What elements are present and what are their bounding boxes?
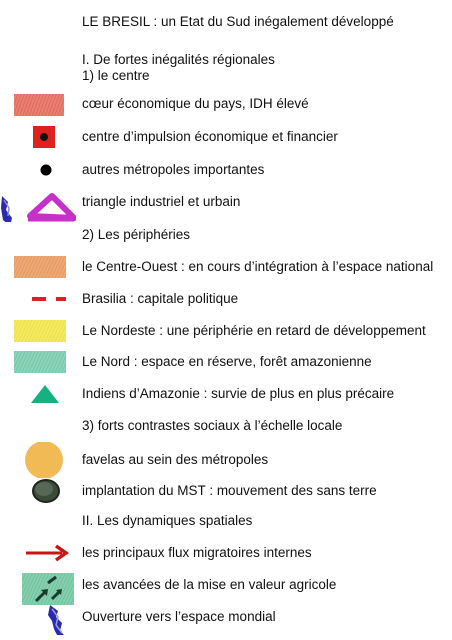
legend-row: favelas au sein des métropoles (0, 442, 452, 478)
legend-row: 3) forts contrastes sociaux à l’échelle … (0, 412, 452, 440)
yellow-hatched-area-symbol (14, 320, 66, 342)
legend-row: Brasilia : capitale politique (0, 285, 452, 313)
legend-row: les principaux flux migratoires internes (0, 539, 452, 567)
legend-row: triangle industriel et urbain (0, 188, 452, 222)
section-heading-dynamiques: II. Les dynamiques spatiales (82, 513, 253, 528)
legend-label: centre d’impulsion économique et financi… (82, 129, 338, 144)
legend-title: LE BRESIL : un Etat du Sud inégalement d… (82, 14, 394, 29)
magenta-triangle-symbol (1, 193, 76, 222)
legend-row: implantation du MST : mouvement des sans… (0, 477, 452, 505)
dark-green-blob-symbol (32, 479, 60, 503)
subheading-row: 1) le centre (0, 62, 452, 90)
legend-label: implantation du MST : mouvement des sans… (82, 483, 377, 498)
subheading-contrastes: 3) forts contrastes sociaux à l’échelle … (82, 418, 343, 433)
legend-label: autres métropoles importantes (82, 162, 265, 177)
legend-row: Indiens d’Amazonie : survie de plus en p… (0, 380, 452, 408)
legend-row: Ouverture vers l’espace mondial (0, 603, 452, 635)
legend-row: II. Les dynamiques spatiales (0, 507, 452, 535)
legend-label: les avancées de la mise en valeur agrico… (82, 577, 337, 592)
legend-row: Le Nord : espace en réserve, forêt amazo… (0, 348, 452, 376)
green-hatched-area-symbol (14, 351, 66, 373)
red-dashed-line-symbol (32, 297, 66, 301)
orange-circle-symbol (25, 442, 63, 478)
legend-row: cœur économique du pays, IDH élevé (0, 90, 452, 118)
subheading-peripheries: 2) Les périphéries (82, 227, 191, 242)
black-dot-symbol (40, 164, 52, 176)
legend-row: Le Nordeste : une périphérie en retard d… (0, 317, 452, 345)
red-hatched-area-symbol (14, 94, 64, 116)
blue-coastal-arrows-symbol (48, 605, 64, 635)
legend-title-row: LE BRESIL : un Etat du Sud inégalement d… (0, 8, 452, 36)
legend-label: le Centre-Ouest : en cours d’intégration… (82, 259, 434, 274)
legend-label: triangle industriel et urbain (82, 194, 241, 209)
legend-label: Ouverture vers l’espace mondial (82, 609, 276, 624)
legend-label: favelas au sein des métropoles (82, 452, 269, 467)
legend-row: centre d’impulsion économique et financi… (0, 123, 452, 151)
legend-row: 2) Les périphéries (0, 221, 452, 249)
legend-label: Le Nordeste : une périphérie en retard d… (82, 323, 426, 338)
legend-label: cœur économique du pays, IDH élevé (82, 96, 309, 111)
subheading-centre: 1) le centre (82, 68, 150, 83)
legend-label: Le Nord : espace en réserve, forêt amazo… (82, 354, 372, 369)
legend-label: Indiens d’Amazonie : survie de plus en p… (82, 386, 395, 401)
red-square-black-dot-symbol (33, 126, 55, 148)
red-arrow-symbol (26, 544, 70, 562)
legend-label: les principaux flux migratoires internes (82, 545, 312, 560)
legend-row: autres métropoles importantes (0, 156, 452, 184)
orange-hatched-area-symbol (14, 256, 66, 278)
green-triangle-symbol (31, 385, 59, 403)
legend-row: le Centre-Ouest : en cours d’intégration… (0, 253, 452, 281)
map-legend: LE BRESIL : un Etat du Sud inégalement d… (0, 0, 452, 640)
legend-label: Brasilia : capitale politique (82, 291, 239, 306)
legend-row: les avancées de la mise en valeur agrico… (0, 571, 452, 605)
